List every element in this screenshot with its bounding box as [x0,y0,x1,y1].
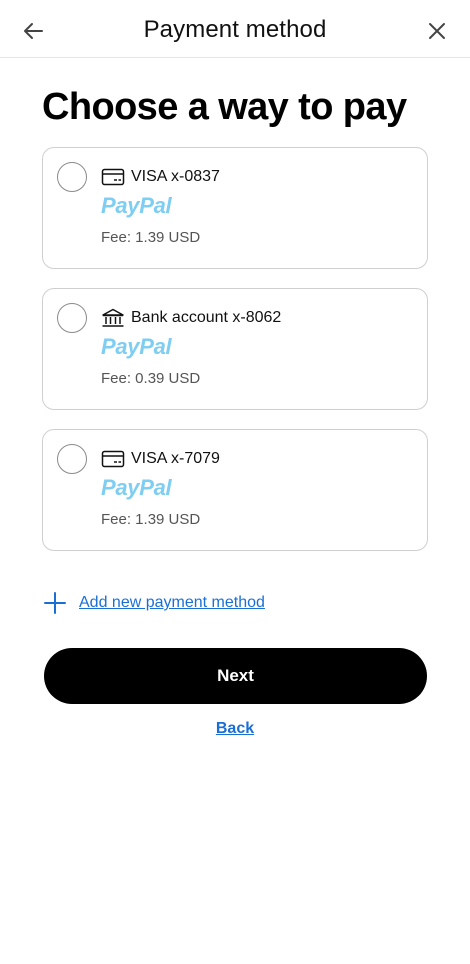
payment-option-visa-7079[interactable]: VISA x-7079 PayPal Fee: 1.39 USD [42,429,428,551]
add-payment-method-link[interactable]: Add new payment method [42,590,265,616]
method-label: VISA x-7079 [131,450,220,467]
bank-icon [102,308,124,327]
choose-heading: Choose a way to pay [42,86,407,128]
radio-button[interactable] [57,162,87,192]
plus-icon [44,592,66,614]
add-payment-method-label[interactable]: Add new payment method [79,594,265,612]
paypal-logo: PayPal [101,193,172,218]
radio-button[interactable] [57,303,87,333]
header-bar: Payment method [0,0,470,58]
method-label: VISA x-0837 [131,168,220,185]
radio-button[interactable] [57,444,87,474]
card-icon [101,168,125,186]
method-label: Bank account x-8062 [131,309,282,326]
fee-text: Fee: 1.39 USD [101,511,201,528]
next-button[interactable]: Next [44,648,427,704]
payment-option-visa-0837[interactable]: VISA x-0837 PayPal Fee: 1.39 USD [42,147,428,269]
back-link[interactable]: Back [216,720,254,737]
method-row: VISA x-7079 [101,447,220,471]
fee-text: Fee: 1.39 USD [101,229,201,246]
method-row: VISA x-0837 [101,165,220,189]
page-title: Payment method [143,16,327,43]
method-row: Bank account x-8062 [101,306,281,330]
close-icon[interactable] [426,20,448,42]
paypal-logo: PayPal [101,334,172,359]
paypal-logo: PayPal [101,475,172,500]
fee-text: Fee: 0.39 USD [101,370,201,387]
payment-option-bank-8062[interactable]: Bank account x-8062 PayPal Fee: 0.39 USD [42,288,428,410]
back-link-row: Back [0,720,470,738]
card-icon [101,450,125,468]
